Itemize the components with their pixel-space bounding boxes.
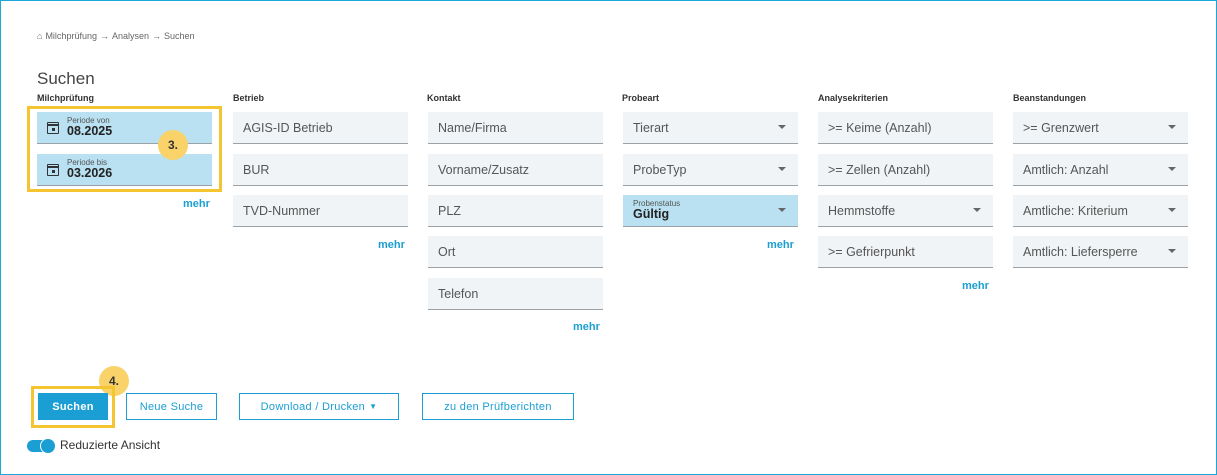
breadcrumb: ⌂ Milchprüfung → Analysen → Suchen	[37, 31, 195, 41]
grenzwert-select[interactable]: >= Grenzwert	[1013, 112, 1188, 144]
milchpruefung-mehr-link[interactable]: mehr	[183, 198, 210, 210]
agis-id-input[interactable]: AGIS-ID Betrieb	[233, 112, 408, 144]
toggle-knob	[40, 438, 56, 454]
telefon-input[interactable]: Telefon	[428, 278, 603, 310]
plz-input[interactable]: PLZ	[428, 195, 603, 227]
breadcrumb-separator: →	[152, 31, 161, 41]
betrieb-mehr-link[interactable]: mehr	[378, 239, 405, 251]
home-icon[interactable]: ⌂	[37, 31, 42, 41]
chevron-down-icon	[778, 167, 786, 171]
probetyp-select[interactable]: ProbeTyp	[623, 154, 798, 186]
gefrierpunkt-input[interactable]: >= Gefrierpunkt	[818, 236, 993, 268]
column-header-kontakt: Kontakt	[427, 93, 461, 103]
keime-input[interactable]: >= Keime (Anzahl)	[818, 112, 993, 144]
chevron-down-icon	[1168, 167, 1176, 171]
probeart-mehr-link[interactable]: mehr	[767, 239, 794, 251]
amtlich-anzahl-label: Amtlich: Anzahl	[1023, 162, 1109, 177]
amtlich-anzahl-select[interactable]: Amtlich: Anzahl	[1013, 154, 1188, 186]
hemmstoffe-label: Hemmstoffe	[828, 203, 896, 218]
vorname-zusatz-input[interactable]: Vorname/Zusatz	[428, 154, 603, 186]
zellen-input[interactable]: >= Zellen (Anzahl)	[818, 154, 993, 186]
column-header-analysekriterien: Analysekriterien	[818, 93, 889, 103]
ort-input[interactable]: Ort	[428, 236, 603, 268]
breadcrumb-item-milchpruefung[interactable]: Milchprüfung	[45, 31, 97, 41]
page-title: Suchen	[37, 69, 95, 88]
tierart-select[interactable]: Tierart	[623, 112, 798, 144]
probenstatus-select[interactable]: Probenstatus Gültig	[623, 195, 798, 227]
search-button[interactable]: Suchen	[38, 393, 108, 420]
amtlich-liefersperre-label: Amtlich: Liefersperre	[1023, 244, 1138, 259]
chevron-down-icon	[1168, 208, 1176, 212]
chevron-down-icon	[1168, 125, 1176, 129]
breadcrumb-separator: →	[99, 31, 109, 41]
highlight-step-3	[27, 106, 222, 192]
chevron-down-icon	[778, 125, 786, 129]
reduced-view-toggle[interactable]	[27, 438, 56, 454]
chevron-down-icon	[1168, 249, 1176, 253]
download-print-label: Download / Drucken	[260, 400, 366, 413]
chevron-down-icon	[973, 208, 981, 212]
grenzwert-label: >= Grenzwert	[1023, 120, 1099, 135]
new-search-button[interactable]: Neue Suche	[126, 393, 217, 420]
download-print-button[interactable]: Download / Drucken ▼	[239, 393, 399, 420]
probetyp-label: ProbeTyp	[633, 162, 687, 177]
kontakt-mehr-link[interactable]: mehr	[573, 321, 600, 333]
column-header-beanstandungen: Beanstandungen	[1013, 93, 1087, 103]
chevron-down-icon: ▼	[369, 402, 378, 411]
breadcrumb-item-suchen: Suchen	[164, 31, 195, 41]
amtlich-liefersperre-select[interactable]: Amtlich: Liefersperre	[1013, 236, 1188, 268]
column-header-probeart: Probeart	[622, 93, 660, 103]
hemmstoffe-select[interactable]: Hemmstoffe	[818, 195, 993, 227]
reduced-view-label: Reduzierte Ansicht	[60, 438, 161, 452]
step-3-badge: 3.	[158, 130, 188, 160]
tvd-nummer-input[interactable]: TVD-Nummer	[233, 195, 408, 227]
tierart-label: Tierart	[633, 120, 669, 135]
probenstatus-value: Gültig	[633, 207, 670, 222]
chevron-down-icon	[778, 208, 786, 212]
column-header-milchpruefung: Milchprüfung	[37, 93, 94, 103]
bur-input[interactable]: BUR	[233, 154, 408, 186]
breadcrumb-item-analysen[interactable]: Analysen	[112, 31, 149, 41]
reports-button[interactable]: zu den Prüfberichten	[422, 393, 574, 420]
name-firma-input[interactable]: Name/Firma	[428, 112, 603, 144]
amtliche-kriterium-select[interactable]: Amtliche: Kriterium	[1013, 195, 1188, 227]
amtliche-kriterium-label: Amtliche: Kriterium	[1023, 203, 1128, 218]
column-header-betrieb: Betrieb	[233, 93, 265, 103]
analysekriterien-mehr-link[interactable]: mehr	[962, 280, 989, 292]
